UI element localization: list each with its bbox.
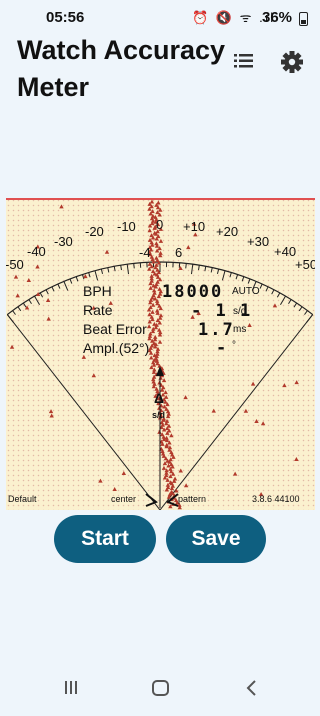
tick-trace <box>147 200 182 510</box>
battery-icon <box>299 12 308 26</box>
start-button[interactable]: Start <box>54 515 156 563</box>
save-button[interactable]: Save <box>166 515 266 563</box>
status-bar: 05:56 ⏰ 🔇 ᯤ .ıl 36% <box>0 0 320 34</box>
status-time: 05:56 <box>46 9 84 26</box>
home-icon[interactable] <box>153 681 168 695</box>
meter-display: -50 -40 -30 -20 -10 -4 0 6 +10 +20 +30 +… <box>6 198 315 510</box>
recent-apps-icon[interactable] <box>65 681 77 694</box>
center-arrow-icon <box>146 494 156 506</box>
app-title: Watch Accuracy Meter <box>17 32 227 98</box>
app-bar: Watch Accuracy Meter <box>0 30 320 98</box>
gear-icon[interactable] <box>278 48 306 76</box>
list-icon[interactable] <box>230 48 258 74</box>
navigation-bar <box>0 664 320 711</box>
battery-percent: 36% <box>262 9 292 26</box>
scatter-marks <box>10 204 299 496</box>
meter-graphic <box>6 198 315 510</box>
back-icon[interactable] <box>248 681 255 695</box>
